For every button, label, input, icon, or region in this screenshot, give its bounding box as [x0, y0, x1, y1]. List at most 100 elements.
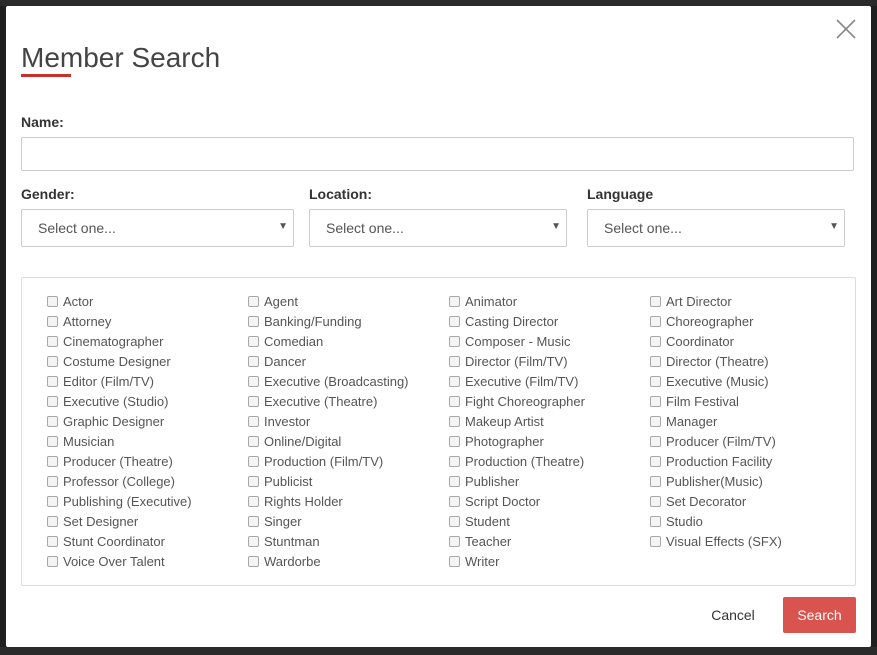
checkbox-icon[interactable]: [650, 315, 661, 327]
role-checkbox-item[interactable]: Executive (Broadcasting): [248, 372, 409, 390]
checkbox-icon[interactable]: [449, 435, 460, 447]
checkbox-icon[interactable]: [449, 415, 460, 427]
role-checkbox-item[interactable]: Singer: [248, 512, 302, 530]
checkbox-icon[interactable]: [47, 355, 58, 367]
role-checkbox-item[interactable]: Stuntman: [248, 532, 320, 550]
role-checkbox-item[interactable]: Attorney: [47, 312, 111, 330]
checkbox-icon[interactable]: [47, 395, 58, 407]
role-checkbox-item[interactable]: Art Director: [650, 292, 732, 310]
checkbox-icon[interactable]: [47, 475, 58, 487]
role-checkbox-item[interactable]: Coordinator: [650, 332, 734, 350]
checkbox-icon[interactable]: [47, 375, 58, 387]
role-checkbox-item[interactable]: Production Facility: [650, 452, 772, 470]
checkbox-icon[interactable]: [449, 475, 460, 487]
role-checkbox-item[interactable]: Publicist: [248, 472, 312, 490]
role-checkbox-item[interactable]: Writer: [449, 552, 499, 570]
role-checkbox-item[interactable]: Set Designer: [47, 512, 138, 530]
role-checkbox-item[interactable]: Cinematographer: [47, 332, 163, 350]
checkbox-icon[interactable]: [449, 555, 460, 567]
role-checkbox-item[interactable]: Producer (Film/TV): [650, 432, 776, 450]
checkbox-icon[interactable]: [650, 515, 661, 527]
gender-select[interactable]: Select one... ▼: [21, 209, 294, 247]
checkbox-icon[interactable]: [248, 535, 259, 547]
role-checkbox-item[interactable]: Musician: [47, 432, 114, 450]
checkbox-icon[interactable]: [248, 375, 259, 387]
checkbox-icon[interactable]: [47, 315, 58, 327]
checkbox-icon[interactable]: [47, 295, 58, 307]
checkbox-icon[interactable]: [449, 535, 460, 547]
search-button[interactable]: Search: [783, 597, 856, 633]
checkbox-icon[interactable]: [650, 455, 661, 467]
checkbox-icon[interactable]: [449, 455, 460, 467]
role-checkbox-item[interactable]: Teacher: [449, 532, 511, 550]
checkbox-icon[interactable]: [449, 335, 460, 347]
role-checkbox-item[interactable]: Visual Effects (SFX): [650, 532, 782, 550]
role-checkbox-item[interactable]: Editor (Film/TV): [47, 372, 154, 390]
role-checkbox-item[interactable]: Publisher: [449, 472, 519, 490]
role-checkbox-item[interactable]: Composer - Music: [449, 332, 570, 350]
role-checkbox-item[interactable]: Choreographer: [650, 312, 753, 330]
role-checkbox-item[interactable]: Executive (Film/TV): [449, 372, 578, 390]
role-checkbox-item[interactable]: Student: [449, 512, 510, 530]
checkbox-icon[interactable]: [248, 495, 259, 507]
checkbox-icon[interactable]: [248, 315, 259, 327]
role-checkbox-item[interactable]: Film Festival: [650, 392, 739, 410]
checkbox-icon[interactable]: [248, 455, 259, 467]
close-button[interactable]: [835, 18, 857, 40]
role-checkbox-item[interactable]: Executive (Music): [650, 372, 769, 390]
checkbox-icon[interactable]: [248, 555, 259, 567]
checkbox-icon[interactable]: [47, 515, 58, 527]
role-checkbox-item[interactable]: Graphic Designer: [47, 412, 164, 430]
role-checkbox-item[interactable]: Publisher(Music): [650, 472, 763, 490]
checkbox-icon[interactable]: [650, 395, 661, 407]
checkbox-icon[interactable]: [650, 375, 661, 387]
language-select[interactable]: Select one... ▼: [587, 209, 845, 247]
checkbox-icon[interactable]: [650, 295, 661, 307]
role-checkbox-item[interactable]: Stunt Coordinator: [47, 532, 165, 550]
checkbox-icon[interactable]: [47, 415, 58, 427]
checkbox-icon[interactable]: [650, 355, 661, 367]
role-checkbox-item[interactable]: Director (Film/TV): [449, 352, 568, 370]
role-checkbox-item[interactable]: Casting Director: [449, 312, 558, 330]
role-checkbox-item[interactable]: Executive (Theatre): [248, 392, 377, 410]
role-checkbox-item[interactable]: Banking/Funding: [248, 312, 362, 330]
checkbox-icon[interactable]: [248, 335, 259, 347]
location-select[interactable]: Select one... ▼: [309, 209, 567, 247]
checkbox-icon[interactable]: [47, 495, 58, 507]
role-checkbox-item[interactable]: Comedian: [248, 332, 323, 350]
role-checkbox-item[interactable]: Script Doctor: [449, 492, 540, 510]
role-checkbox-item[interactable]: Online/Digital: [248, 432, 341, 450]
role-checkbox-item[interactable]: Costume Designer: [47, 352, 171, 370]
role-checkbox-item[interactable]: Publishing (Executive): [47, 492, 192, 510]
checkbox-icon[interactable]: [449, 315, 460, 327]
checkbox-icon[interactable]: [47, 455, 58, 467]
role-checkbox-item[interactable]: Set Decorator: [650, 492, 746, 510]
role-checkbox-item[interactable]: Manager: [650, 412, 717, 430]
role-checkbox-item[interactable]: Wardorbe: [248, 552, 321, 570]
role-checkbox-item[interactable]: Director (Theatre): [650, 352, 769, 370]
checkbox-icon[interactable]: [248, 475, 259, 487]
checkbox-icon[interactable]: [248, 295, 259, 307]
checkbox-icon[interactable]: [449, 515, 460, 527]
role-checkbox-item[interactable]: Executive (Studio): [47, 392, 169, 410]
checkbox-icon[interactable]: [650, 495, 661, 507]
checkbox-icon[interactable]: [248, 415, 259, 427]
role-checkbox-item[interactable]: Makeup Artist: [449, 412, 544, 430]
checkbox-icon[interactable]: [248, 355, 259, 367]
cancel-button[interactable]: Cancel: [695, 597, 771, 633]
checkbox-icon[interactable]: [248, 515, 259, 527]
checkbox-icon[interactable]: [449, 375, 460, 387]
name-input[interactable]: [21, 137, 854, 171]
role-checkbox-item[interactable]: Production (Theatre): [449, 452, 584, 470]
role-checkbox-item[interactable]: Fight Choreographer: [449, 392, 585, 410]
checkbox-icon[interactable]: [47, 335, 58, 347]
checkbox-icon[interactable]: [47, 555, 58, 567]
role-checkbox-item[interactable]: Actor: [47, 292, 93, 310]
role-checkbox-item[interactable]: Voice Over Talent: [47, 552, 165, 570]
checkbox-icon[interactable]: [449, 395, 460, 407]
checkbox-icon[interactable]: [650, 435, 661, 447]
role-checkbox-item[interactable]: Investor: [248, 412, 310, 430]
checkbox-icon[interactable]: [650, 415, 661, 427]
role-checkbox-item[interactable]: Rights Holder: [248, 492, 343, 510]
checkbox-icon[interactable]: [248, 435, 259, 447]
